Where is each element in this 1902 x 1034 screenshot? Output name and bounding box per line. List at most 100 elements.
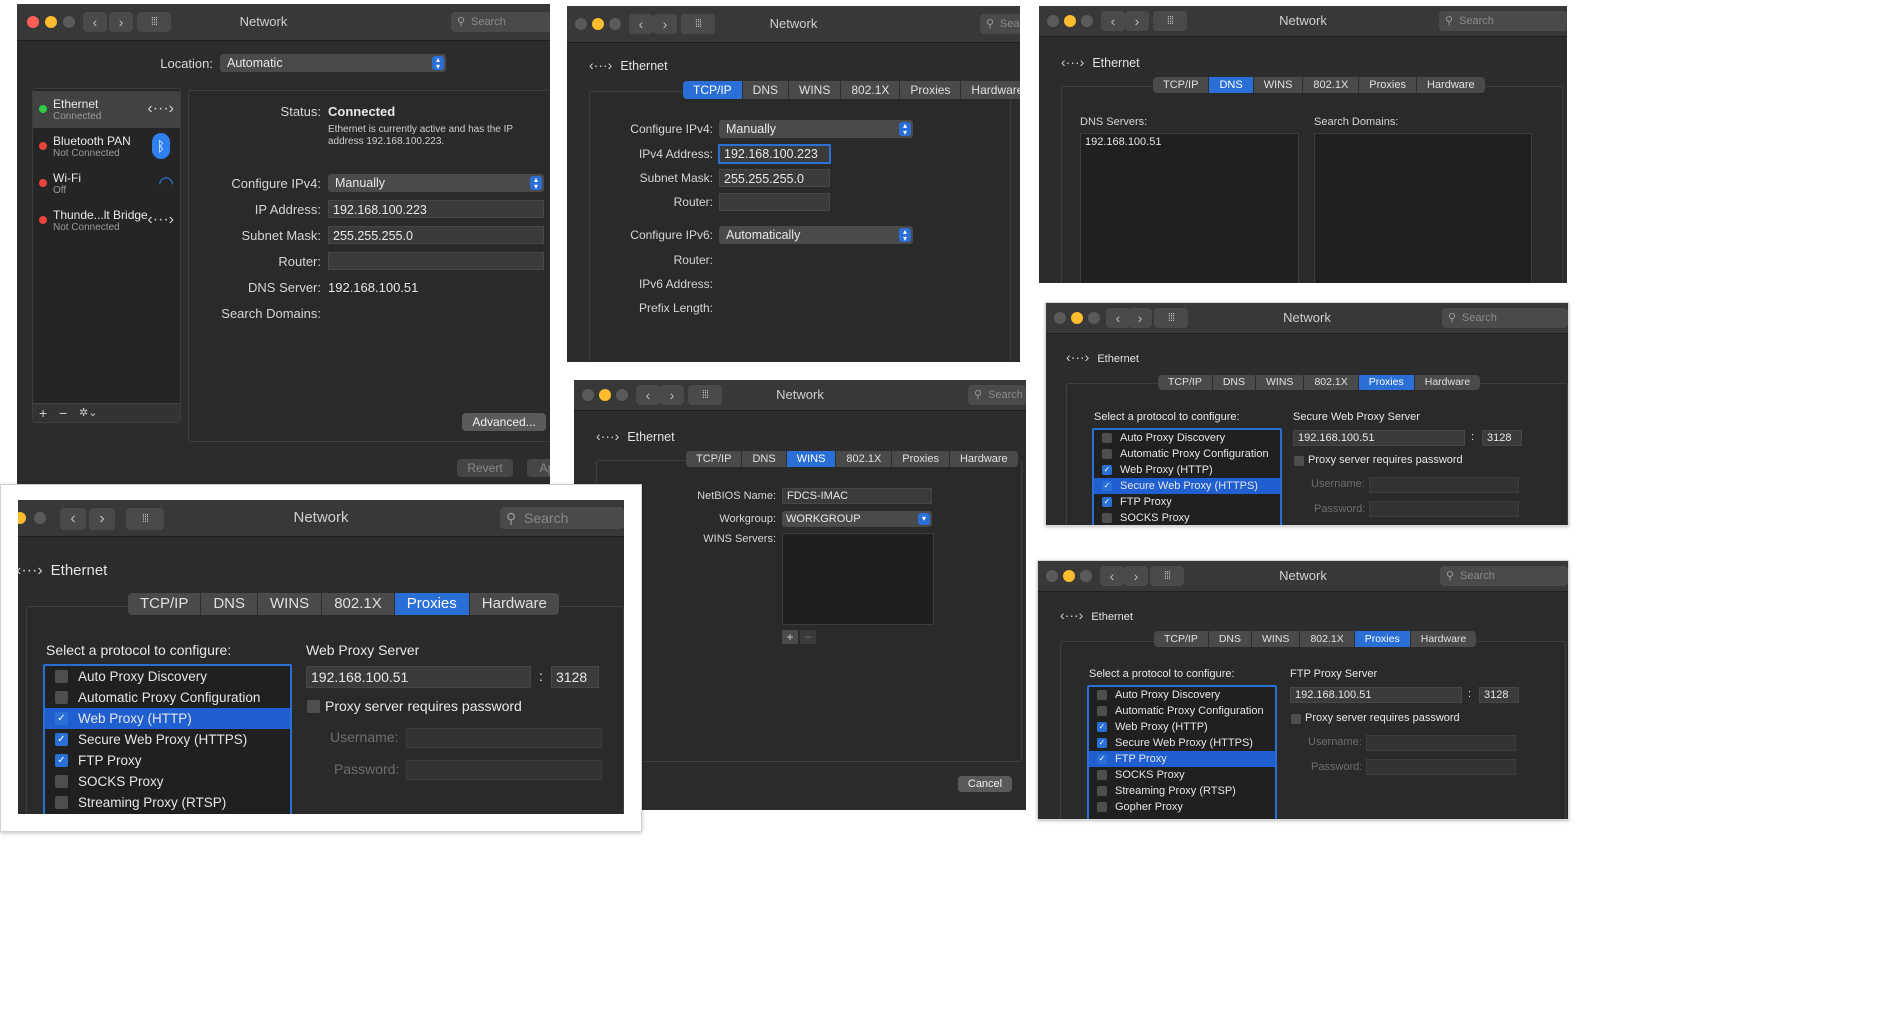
- protocol-item-selected[interactable]: ✓ FTP Proxy: [1089, 751, 1275, 767]
- add-wins-server-button[interactable]: +: [782, 630, 798, 644]
- add-service-button[interactable]: +: [39, 404, 47, 422]
- ip-address-field[interactable]: 192.168.100.223: [328, 200, 544, 218]
- checkbox[interactable]: [1102, 513, 1112, 523]
- proxy-server-field[interactable]: 192.168.100.51: [1290, 687, 1462, 703]
- protocol-item[interactable]: Streaming Proxy (RTSP): [45, 792, 290, 813]
- checkbox-checked[interactable]: ✓: [1097, 722, 1107, 732]
- remove-service-button[interactable]: −: [59, 404, 67, 422]
- checkbox[interactable]: [1097, 802, 1107, 812]
- tab-dns[interactable]: DNS: [1213, 375, 1257, 390]
- checkbox[interactable]: [1097, 706, 1107, 716]
- configure-ipv4-popup[interactable]: Manually ▴ ▾: [719, 120, 913, 138]
- service-ethernet[interactable]: Ethernet Connected ‹···›: [33, 91, 180, 128]
- search-field[interactable]: ⚲ Search: [980, 14, 1020, 34]
- tab-wins[interactable]: WINS: [1252, 631, 1301, 647]
- checkbox[interactable]: [55, 775, 68, 788]
- tab-wins[interactable]: WINS: [1254, 77, 1304, 93]
- tab-tcpip[interactable]: TCP/IP: [686, 451, 743, 467]
- tab-tcpip[interactable]: TCP/IP: [1158, 375, 1213, 390]
- protocol-item[interactable]: ✓ FTP Proxy: [45, 750, 290, 771]
- tab-dns[interactable]: DNS: [1209, 631, 1253, 647]
- advanced-button[interactable]: Advanced...: [462, 413, 546, 431]
- checkbox-checked[interactable]: ✓: [1097, 738, 1107, 748]
- tab-dns[interactable]: DNS: [743, 81, 790, 99]
- tab-8021x[interactable]: 802.1X: [1304, 375, 1359, 390]
- tab-tcpip[interactable]: TCP/IP: [1154, 631, 1209, 647]
- protocol-list[interactable]: Auto Proxy Discovery Automatic Proxy Con…: [43, 664, 292, 814]
- service-thunderbolt-bridge[interactable]: Thunde...lt Bridge Not Connected ‹···›: [33, 202, 180, 239]
- tab-wins[interactable]: WINS: [789, 81, 842, 99]
- checkbox[interactable]: [55, 796, 68, 809]
- router-field[interactable]: [328, 252, 544, 270]
- protocol-item[interactable]: Automatic Proxy Configuration: [1094, 446, 1280, 462]
- proxy-server-field[interactable]: 192.168.100.51: [1293, 430, 1465, 446]
- tab-dns[interactable]: DNS: [742, 451, 787, 467]
- tab-dns[interactable]: DNS: [1209, 77, 1254, 93]
- netbios-name-field[interactable]: FDCS-IMAC: [782, 488, 932, 504]
- apply-button[interactable]: Ap: [527, 459, 550, 477]
- checkbox-checked[interactable]: ✓: [55, 754, 68, 767]
- protocol-item[interactable]: Streaming Proxy (RTSP): [1089, 783, 1275, 799]
- protocol-item[interactable]: Automatic Proxy Configuration: [1089, 703, 1275, 719]
- tab-8021x[interactable]: 802.1X: [322, 593, 395, 615]
- tab-hardware[interactable]: Hardware: [961, 81, 1020, 99]
- router-field[interactable]: [719, 193, 830, 211]
- protocol-item[interactable]: SOCKS Proxy: [45, 771, 290, 792]
- checkbox[interactable]: [1097, 690, 1107, 700]
- protocol-list[interactable]: Auto Proxy Discovery Automatic Proxy Con…: [1092, 428, 1282, 525]
- cancel-button[interactable]: Cancel: [958, 776, 1012, 792]
- search-domains-list[interactable]: [1314, 133, 1532, 283]
- protocol-item[interactable]: Auto Proxy Discovery: [45, 666, 290, 687]
- tab-8021x[interactable]: 802.1X: [1300, 631, 1355, 647]
- tab-proxies[interactable]: Proxies: [1354, 631, 1411, 647]
- tab-tcpip[interactable]: TCP/IP: [128, 593, 202, 615]
- subnet-mask-field[interactable]: 255.255.255.0: [719, 169, 830, 187]
- tab-hardware[interactable]: Hardware: [470, 593, 559, 615]
- protocol-item[interactable]: ✓ Secure Web Proxy (HTTPS): [45, 729, 290, 750]
- workgroup-combo[interactable]: WORKGROUP ▾: [782, 511, 932, 527]
- remove-wins-server-button[interactable]: −: [800, 630, 816, 644]
- service-wifi[interactable]: Wi-Fi Off ◠: [33, 165, 180, 202]
- subnet-mask-field[interactable]: 255.255.255.0: [328, 226, 544, 244]
- password-checkbox[interactable]: [307, 700, 320, 713]
- ipv4-address-field[interactable]: 192.168.100.223: [718, 144, 831, 164]
- password-field[interactable]: [1369, 501, 1519, 517]
- username-field[interactable]: [1366, 735, 1516, 751]
- search-field[interactable]: ⚲ Search: [1440, 566, 1568, 586]
- tab-hardware[interactable]: Hardware: [1411, 631, 1477, 647]
- checkbox[interactable]: [1102, 449, 1112, 459]
- tab-proxies[interactable]: Proxies: [900, 81, 962, 99]
- protocol-item[interactable]: ✓ Web Proxy (HTTP): [1089, 719, 1275, 735]
- tab-hardware[interactable]: Hardware: [1415, 375, 1481, 390]
- checkbox-checked[interactable]: ✓: [55, 733, 68, 746]
- protocol-item[interactable]: Auto Proxy Discovery: [1094, 430, 1280, 446]
- checkbox[interactable]: [1097, 786, 1107, 796]
- checkbox-checked[interactable]: ✓: [1097, 754, 1107, 764]
- dns-servers-list[interactable]: 192.168.100.51: [1080, 133, 1299, 283]
- username-field[interactable]: [1369, 477, 1519, 493]
- protocol-item-selected[interactable]: ✓ Secure Web Proxy (HTTPS): [1094, 478, 1280, 494]
- protocol-item[interactable]: SOCKS Proxy: [1089, 767, 1275, 783]
- search-field[interactable]: ⚲ Search: [1442, 308, 1568, 328]
- protocol-item[interactable]: Automatic Proxy Configuration: [45, 687, 290, 708]
- tab-proxies[interactable]: Proxies: [892, 451, 950, 467]
- protocol-list[interactable]: Auto Proxy Discovery Automatic Proxy Con…: [1087, 685, 1277, 819]
- tab-dns[interactable]: DNS: [201, 593, 259, 615]
- password-checkbox[interactable]: [1294, 456, 1304, 466]
- protocol-item[interactable]: ✓ Secure Web Proxy (HTTPS): [1089, 735, 1275, 751]
- tab-proxies[interactable]: Proxies: [1359, 77, 1417, 93]
- configure-ipv4-popup[interactable]: Manually ▴ ▾: [328, 174, 544, 192]
- checkbox-checked[interactable]: ✓: [1102, 465, 1112, 475]
- checkbox[interactable]: [55, 670, 68, 683]
- username-field[interactable]: [406, 728, 602, 748]
- search-field[interactable]: ⚲ Search: [1439, 11, 1567, 31]
- protocol-item-selected[interactable]: ✓ Web Proxy (HTTP): [45, 708, 290, 729]
- tab-8021x[interactable]: 802.1X: [1303, 77, 1360, 93]
- tab-hardware[interactable]: Hardware: [1417, 77, 1485, 93]
- protocol-item[interactable]: ✓ FTP Proxy: [1094, 494, 1280, 510]
- tab-wins[interactable]: WINS: [786, 451, 837, 467]
- revert-button[interactable]: Revert: [457, 459, 513, 477]
- gear-icon[interactable]: ✲⌄: [79, 404, 97, 422]
- tab-8021x[interactable]: 802.1X: [836, 451, 893, 467]
- password-field[interactable]: [1366, 759, 1516, 775]
